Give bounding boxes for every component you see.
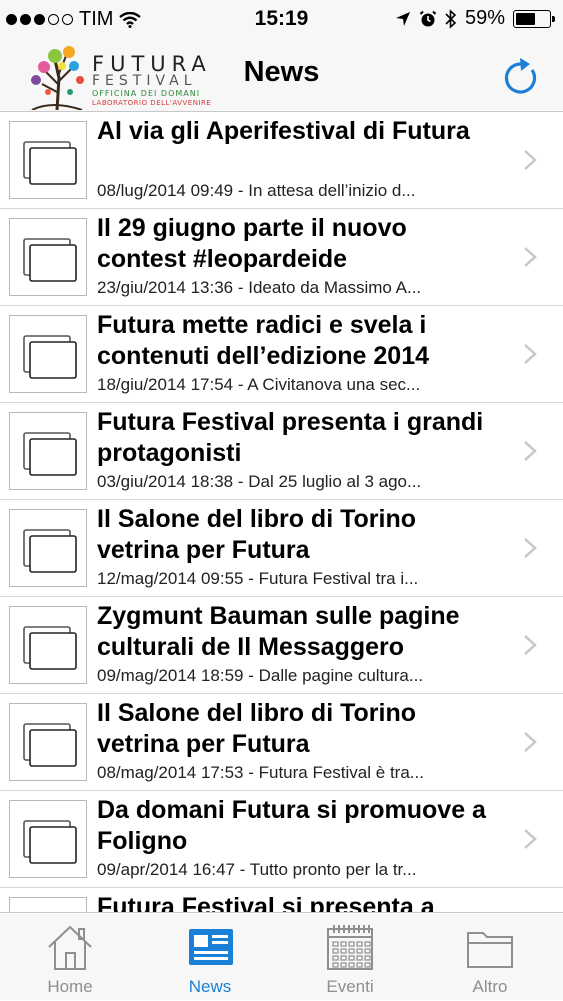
- chevron-right-icon: [524, 538, 537, 558]
- news-thumbnail: [9, 315, 87, 393]
- logo-tagline: OFFICINA DEI DOMANI: [92, 89, 201, 98]
- news-list[interactable]: Al via gli Aperifestival di Futura 08/lug…: [0, 112, 563, 912]
- news-date-excerpt: 09/mag/2014 18:59 - Dalle pagine cultura…: [97, 666, 424, 685]
- news-title: Il Salone del libro di Torino vetrina pe…: [97, 505, 416, 564]
- chevron-right-icon: [524, 247, 537, 267]
- news-date-excerpt: 08/lug/2014 09:49 - In attesa dell’inizi…: [97, 181, 416, 200]
- image-placeholder-icon: [23, 432, 77, 476]
- news-thumbnail: [9, 509, 87, 587]
- image-placeholder-icon: [23, 335, 77, 379]
- chevron-right-icon: [524, 150, 537, 170]
- news-thumbnail: [9, 121, 87, 199]
- image-placeholder-icon: [23, 141, 77, 185]
- news-list-item[interactable]: Al via gli Aperifestival di Futura 08/lug…: [0, 112, 563, 209]
- chevron-right-icon: [524, 441, 537, 461]
- bluetooth-icon: [445, 8, 457, 29]
- news-date-excerpt: 09/apr/2014 16:47 - Tutto pronto per la …: [97, 860, 417, 879]
- news-title: Futura Festival presenta i grandi protag…: [97, 408, 484, 467]
- chevron-right-icon: [524, 829, 537, 849]
- news-title: Futura mette radici e svela i contenuti …: [97, 311, 430, 370]
- tab-label: Home: [47, 977, 93, 996]
- image-placeholder-icon: [10, 898, 86, 912]
- news-list-item[interactable]: Futura mette radici e svela i contenuti …: [0, 306, 563, 403]
- news-list-item[interactable]: Da domani Futura si promuove a Foligno 09…: [0, 791, 563, 888]
- news-date-excerpt: 08/mag/2014 17:53 - Futura Festival è tr…: [97, 763, 424, 782]
- news-thumbnail: [9, 606, 87, 684]
- battery-percent: 59%: [464, 7, 505, 29]
- news-list-item[interactable]: Il Salone del libro di Torino vetrina pe…: [0, 694, 563, 791]
- news-date-excerpt: 12/mag/2014 09:55 - Futura Festival tra …: [97, 569, 419, 588]
- news-title: Futura Festival si presenta a: [97, 893, 435, 912]
- tab-bar: Home News Eventi Altro: [0, 912, 563, 1000]
- news-title: Da domani Futura si promuove a Foligno: [97, 796, 486, 855]
- chevron-right-icon: [524, 635, 537, 655]
- home-icon: [48, 925, 92, 970]
- folder-icon: [467, 932, 513, 968]
- news-title: Il 29 giugno parte il nuovo contest #leo…: [97, 214, 407, 273]
- location-arrow-icon: [395, 11, 410, 26]
- news-list-item[interactable]: Il Salone del libro di Torino vetrina pe…: [0, 500, 563, 597]
- tab-label: Altro: [472, 977, 508, 996]
- page-title: News: [243, 56, 320, 88]
- image-placeholder-icon: [23, 238, 77, 282]
- image-placeholder-icon: [23, 820, 77, 864]
- newspaper-icon: [189, 929, 233, 965]
- news-date-excerpt: 18/giu/2014 17:54 - A Civitanova una sec…: [97, 375, 421, 394]
- image-placeholder-icon: [23, 529, 77, 573]
- news-list-item[interactable]: Futura Festival presenta i grandi protag…: [0, 403, 563, 500]
- news-list-item[interactable]: Il 29 giugno parte il nuovo contest #leo…: [0, 209, 563, 306]
- image-placeholder-icon: [23, 723, 77, 767]
- image-placeholder-icon: [23, 626, 77, 670]
- status-right: 59%: [395, 7, 555, 30]
- refresh-icon[interactable]: [501, 54, 541, 96]
- battery-level-fill: [516, 12, 535, 25]
- tab-label: News: [188, 977, 232, 996]
- navigation-bar: FUTURA FESTIVAL OFFICINA DEI DOMANI LABO…: [0, 38, 563, 112]
- news-date-excerpt: 03/giu/2014 18:38 - Dal 25 luglio al 3 a…: [97, 472, 422, 491]
- tab-eventi[interactable]: Eventi: [280, 913, 420, 1001]
- news-title: Al via gli Aperifestival di Futura: [97, 117, 470, 145]
- news-list-item[interactable]: Futura Festival si presenta a: [0, 888, 563, 912]
- status-bar: TIM 15:19 59%: [0, 0, 563, 38]
- tab-label: Eventi: [326, 977, 374, 996]
- news-thumbnail: [9, 800, 87, 878]
- tab-home[interactable]: Home: [0, 913, 140, 1001]
- news-thumbnail: [9, 703, 87, 781]
- calendar-icon: [327, 925, 373, 970]
- tab-altro[interactable]: Altro: [420, 913, 560, 1001]
- chevron-right-icon: [524, 732, 537, 752]
- news-date-excerpt: 23/giu/2014 13:36 - Ideato da Massimo A.…: [97, 278, 422, 297]
- news-title: Zygmunt Bauman sulle pagine culturali de…: [97, 602, 460, 661]
- tab-news[interactable]: News: [140, 913, 280, 1001]
- battery-icon: [513, 9, 555, 28]
- alarm-icon: [419, 10, 437, 26]
- chevron-right-icon: [524, 344, 537, 364]
- news-thumbnail: [9, 897, 87, 912]
- news-thumbnail: [9, 218, 87, 296]
- news-list-item[interactable]: Zygmunt Bauman sulle pagine culturali de…: [0, 597, 563, 694]
- news-thumbnail: [9, 412, 87, 490]
- logo-tagline-secondary: LABORATORIO DELL'AVVENIRE: [92, 99, 212, 107]
- news-title: Il Salone del libro di Torino vetrina pe…: [97, 699, 416, 758]
